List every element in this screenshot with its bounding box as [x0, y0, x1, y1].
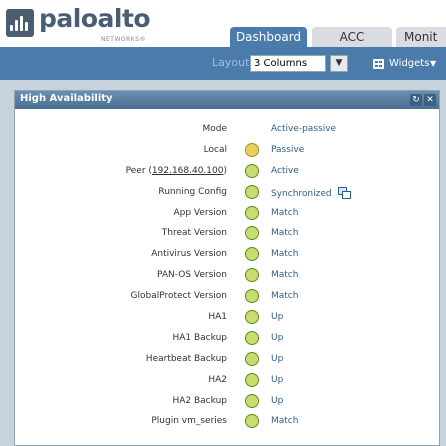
- widget-title: High Availability: [20, 93, 113, 104]
- tab-dashboard[interactable]: Dashboard: [230, 27, 307, 47]
- widgets-label: Widgets: [389, 58, 430, 69]
- row-label: Local: [203, 144, 227, 155]
- peer-label-suffix: ): [223, 165, 227, 176]
- running-config-value: Synchronized: [271, 188, 332, 199]
- row-label: Plugin vm_series: [151, 416, 227, 427]
- status-ok-icon: [245, 393, 259, 408]
- high-availability-widget: High Availability ↻ ✕ Mode Active-passiv…: [14, 90, 440, 446]
- row-value: Up: [271, 374, 284, 385]
- row-value: Match: [271, 207, 299, 218]
- row-label: App Version: [173, 207, 227, 218]
- status-ok-icon: [245, 184, 259, 199]
- status-ok-icon: [245, 247, 259, 262]
- widget-header: High Availability ↻ ✕: [15, 91, 439, 109]
- row-value: Up: [271, 395, 284, 406]
- row-label: GlobalProtect Version: [130, 291, 228, 302]
- refresh-icon[interactable]: ↻: [410, 94, 422, 106]
- layout-label: Layout: [212, 56, 250, 69]
- ha-row-peer: Peer (192.168.40.100) Active: [15, 163, 439, 184]
- logo-subtext: NETWORKS®: [101, 36, 147, 43]
- status-ok-icon: [245, 163, 259, 178]
- status-ok-icon: [245, 289, 259, 304]
- tab-acc[interactable]: ACC: [312, 27, 392, 47]
- status-ok-icon: [245, 268, 259, 283]
- paloalto-logo-mark-icon: [6, 9, 34, 37]
- row-value: Up: [271, 312, 284, 323]
- ha-status-list: Mode Active-passive Local Passive Peer (…: [15, 121, 439, 434]
- row-label: HA2: [208, 374, 227, 385]
- ha-row-panos-version: PAN-OS Version Match: [15, 267, 439, 288]
- chevron-down-icon: ▼: [430, 59, 437, 68]
- ha-row-app-version: App Version Match: [15, 205, 439, 226]
- row-label: HA2 Backup: [172, 395, 227, 406]
- status-ok-icon: [245, 372, 259, 387]
- sync-icon[interactable]: [337, 186, 351, 199]
- status-ok-icon: [245, 310, 259, 325]
- ha-row-ha1: HA1 Up: [15, 309, 439, 330]
- peer-label-prefix: Peer (: [125, 165, 152, 176]
- row-value: Up: [271, 332, 284, 343]
- top-header: paloalto NETWORKS® Dashboard ACC Monit: [0, 0, 446, 47]
- ha-row-ha1-backup: HA1 Backup Up: [15, 330, 439, 351]
- row-value: Match: [271, 270, 299, 281]
- ha-row-local: Local Passive: [15, 142, 439, 163]
- paloalto-logo[interactable]: paloalto NETWORKS®: [6, 4, 156, 44]
- row-value: Match: [271, 228, 299, 239]
- tab-monitor[interactable]: Monit: [396, 27, 446, 47]
- ha-row-ha2-backup: HA2 Backup Up: [15, 393, 439, 414]
- row-label: Peer (192.168.40.100): [126, 166, 227, 176]
- status-ok-icon: [245, 330, 259, 345]
- status-ok-icon: [245, 351, 259, 366]
- row-value: Match: [271, 249, 299, 260]
- ha-row-mode: Mode Active-passive: [15, 121, 439, 142]
- logo-text: paloalto: [39, 4, 151, 33]
- ha-row-running-config: Running Config Synchronized: [15, 184, 439, 205]
- status-ok-icon: [245, 414, 259, 429]
- row-label: Antivirus Version: [151, 249, 227, 260]
- row-value: Active: [271, 165, 299, 176]
- row-value: Synchronized: [271, 186, 351, 199]
- row-label: Threat Version: [161, 228, 227, 239]
- row-label: Heartbeat Backup: [145, 353, 227, 364]
- ha-row-globalprotect-version: GlobalProtect Version Match: [15, 288, 439, 309]
- ha-row-heartbeat-backup: Heartbeat Backup Up: [15, 351, 439, 372]
- widgets-menu-button[interactable]: Widgets ▼: [373, 56, 436, 72]
- row-value: Match: [271, 416, 299, 427]
- dashboard-toolbar: Layout 3 Columns ▼ Widgets ▼: [0, 47, 446, 80]
- row-label: HA1: [208, 312, 227, 323]
- widgets-icon: [373, 59, 384, 69]
- ha-row-threat-version: Threat Version Match: [15, 225, 439, 246]
- row-label: HA1 Backup: [172, 332, 227, 343]
- row-value: Match: [271, 291, 299, 302]
- ha-row-ha2: HA2 Up: [15, 372, 439, 393]
- ha-row-antivirus-version: Antivirus Version Match: [15, 246, 439, 267]
- status-ok-icon: [245, 226, 259, 241]
- layout-dropdown-button[interactable]: ▼: [330, 55, 348, 72]
- row-value: Up: [271, 353, 284, 364]
- row-value: Active-passive: [271, 124, 337, 134]
- row-value: Passive: [271, 144, 305, 155]
- close-icon[interactable]: ✕: [424, 94, 436, 106]
- ha-row-plugin-vm-series: Plugin vm_series Match: [15, 413, 439, 434]
- layout-select[interactable]: 3 Columns: [250, 55, 326, 72]
- row-label: Mode: [202, 124, 227, 134]
- status-passive-icon: [245, 142, 259, 157]
- row-label: PAN-OS Version: [157, 270, 227, 281]
- row-label: Running Config: [158, 186, 227, 197]
- peer-ip-link[interactable]: 192.168.40.100: [152, 166, 224, 176]
- status-ok-icon: [245, 205, 259, 220]
